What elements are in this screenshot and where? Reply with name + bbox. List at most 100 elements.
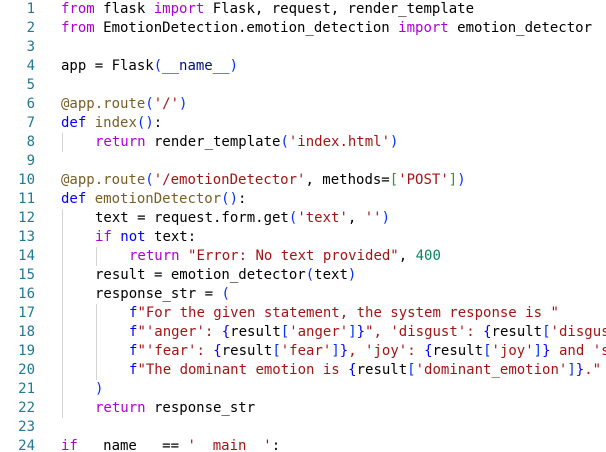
token-bracket_1: [ [483,343,492,359]
token-def: { [483,324,492,340]
indent-guide [96,361,97,380]
token-def: { [424,343,433,359]
token-bracket_1: ) [179,96,188,112]
token-def: { [213,343,222,359]
token-bracket_1: ] [533,343,543,359]
code-line[interactable]: 5 [0,76,606,95]
token-bracket_1: ) [457,172,466,188]
code-text: result = emotion_detector(text) [95,266,356,285]
code-line[interactable]: 13 if not text: [0,228,606,247]
code-line[interactable]: 20 f"The dominant emotion is {result['dom… [0,361,606,380]
indent-guide [62,323,63,342]
token-plain: , methods= [305,172,390,188]
indent-guide [62,209,63,228]
token-def: { [221,324,231,340]
token-plain: text: [145,229,197,245]
code-text: @app.route('/emotionDetector', methods=[… [61,171,466,190]
token-def: } [356,324,366,340]
token-bracket_1: ) [381,210,391,226]
token-bracket_1: ( [221,286,230,302]
token-bracket_2: ] [448,172,458,188]
code-line[interactable]: 1 from flask import Flask, request, rende… [0,0,606,19]
token-plain: , [398,248,416,264]
code-line[interactable]: 18 f"'anger': {result['anger']}", 'disgus… [0,323,606,342]
code-editor[interactable]: 1 from flask import Flask, request, rende… [0,0,606,452]
token-plain: text [314,267,348,283]
token-plain: : [238,191,247,207]
code-line[interactable]: 8 return render_template('index.html') [0,133,606,152]
token-plain: response_str = [95,286,222,302]
token-plain: emotion_detector [448,20,593,36]
line-number: 6 [26,96,35,112]
code-line[interactable]: 4 app = Flask(__name__) [0,57,606,76]
indent-guide [62,133,63,152]
token-string: "'fear': [137,343,214,359]
token-bracket_1: [ [272,343,281,359]
indent-guide [62,342,63,361]
code-line[interactable]: 17 f"For the given statement, the system … [0,304,606,323]
token-string: 'dominant_emotion' [415,362,568,378]
code-text: return "Error: No text provided", 400 [129,247,441,266]
line-number: 22 [18,400,35,416]
token-bracket_1: ( [153,58,163,74]
code-line[interactable]: 10 @app.route('/emotionDetector', methods… [0,171,606,190]
token-plain: result [221,343,273,359]
code-line[interactable]: 3 [0,38,606,57]
code-text: return render_template('index.html') [95,133,398,152]
code-line[interactable]: 21) [0,380,606,399]
line-number: 11 [18,191,35,207]
code-text: f"'anger': {result['anger']}", 'disgust'… [129,323,606,342]
token-keyword: from [61,1,95,17]
line-number: 19 [18,343,35,359]
indent-guide [96,247,97,266]
token-string: "The dominant emotion is [137,362,349,378]
code-line[interactable]: 22 return response_str [0,399,606,418]
token-string: '__main__' [187,438,272,452]
code-text: text = request.form.get('text', '') [95,209,390,228]
token-function: emotionDetector [94,191,222,207]
token-keyword: import [398,20,449,36]
line-number: 4 [26,58,35,74]
code-text: f"'fear': {result['fear']}, 'joy': {resu… [129,342,606,361]
code-text: from EmotionDetection.emotion_detection … [61,19,592,38]
indent-guide [62,399,63,418]
code-line[interactable]: 19 f"'fear': {result['fear']}, 'joy': {re… [0,342,606,361]
line-number: 2 [26,20,35,36]
token-string: '/' [153,96,180,112]
token-string: 'joy' [491,343,534,359]
token-bracket_1: () [136,115,154,131]
indent-guide [96,304,97,323]
token-plain: app = Flask [61,58,154,74]
token-plain: render_template [145,134,281,150]
code-line[interactable]: 7 def index(): [0,114,606,133]
indent-guide [62,247,63,266]
token-plain: result [356,362,408,378]
code-line[interactable]: 16 response_str = ( [0,285,606,304]
code-line[interactable]: 6 @app.route('/') [0,95,606,114]
code-text: return response_str [95,399,255,418]
token-string: , 'joy': [348,343,425,359]
token-bracket_1: [ [407,362,416,378]
code-line[interactable]: 9 [0,152,606,171]
code-line[interactable]: 14 return "Error: No text provided", 400 [0,247,606,266]
token-plain: Flask, request, render_template [204,1,475,17]
token-keyword: if [61,438,78,452]
line-number: 24 [18,438,35,452]
token-bracket_1: ( [305,267,315,283]
token-plain: response_str [145,400,256,416]
token-plain: result = emotion_detector [95,267,306,283]
code-line[interactable]: 2 from EmotionDetection.emotion_detection… [0,19,606,38]
code-line[interactable]: 12 text = request.form.get('text', '') [0,209,606,228]
indent-guide [62,266,63,285]
code-text: from flask import Flask, request, render… [61,0,474,19]
line-number: 8 [26,134,35,150]
code-line[interactable]: 23 [0,418,606,437]
code-line[interactable]: 24 if __name__ == '__main__': [0,437,606,452]
line-number: 5 [26,77,35,93]
code-line[interactable]: 15 result = emotion_detector(text) [0,266,606,285]
token-plain: result [432,343,484,359]
token-string: 'anger' [289,324,349,340]
token-def: def [61,191,87,207]
code-line[interactable]: 11 def emotionDetector(): [0,190,606,209]
